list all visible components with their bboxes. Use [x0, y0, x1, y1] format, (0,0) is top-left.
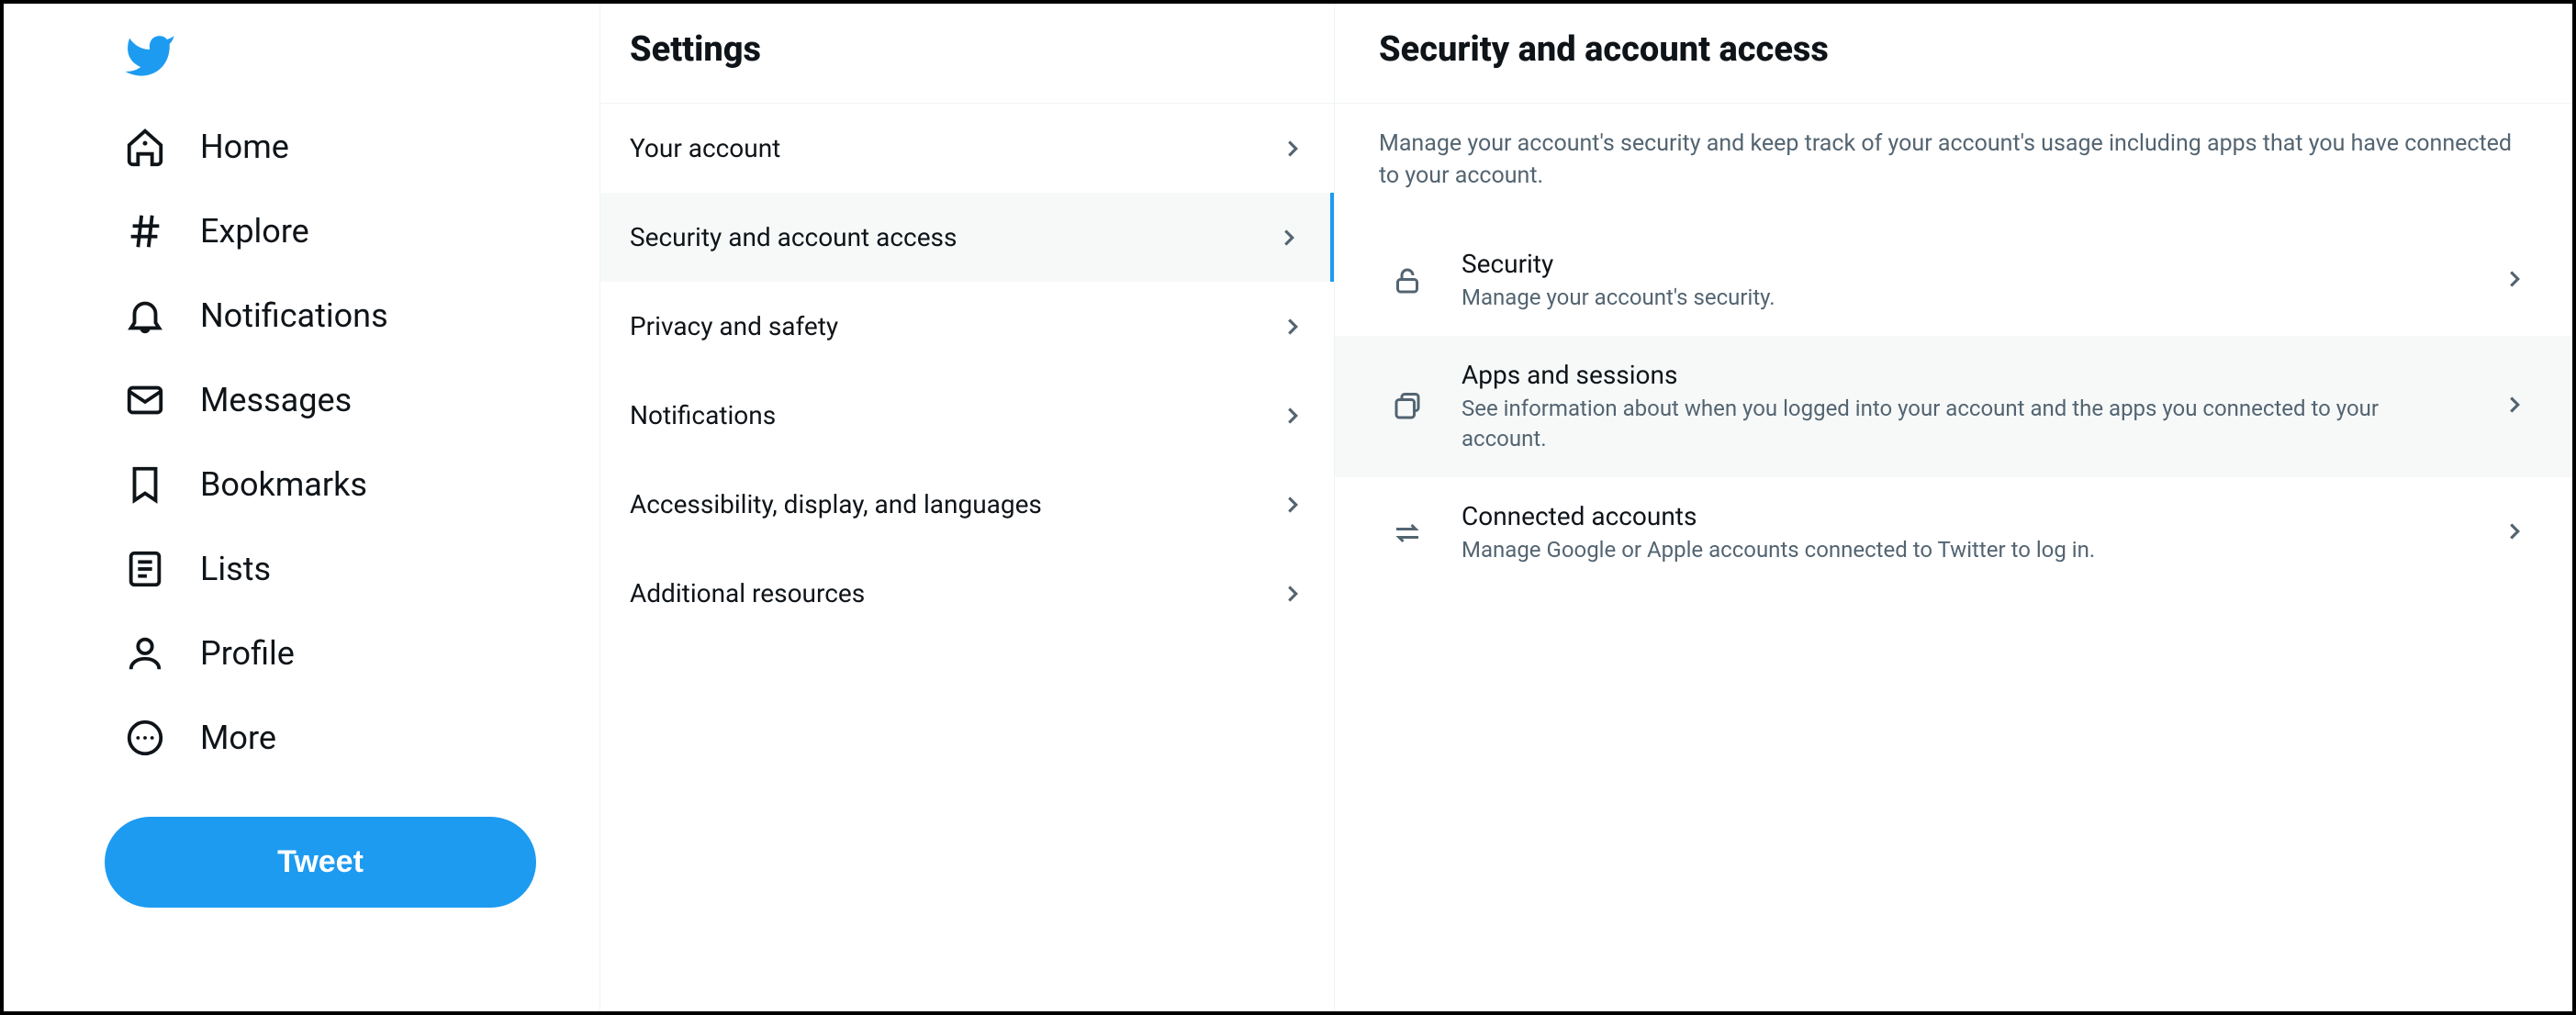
more-icon — [123, 716, 167, 760]
detail-item-title: Security — [1462, 249, 2464, 279]
explore-icon — [123, 209, 167, 253]
nav-more[interactable]: More — [105, 696, 599, 780]
nav-label: More — [200, 719, 276, 757]
chevron-right-icon — [1275, 224, 1303, 251]
nav-label: Bookmarks — [200, 465, 367, 504]
chevron-right-icon — [1279, 402, 1306, 429]
nav-notifications[interactable]: Notifications — [105, 273, 599, 358]
detail-item-sub: Manage Google or Apple accounts connecte… — [1462, 535, 2464, 564]
settings-column: Settings Your account Security and accou… — [600, 4, 1335, 1011]
chevron-right-icon — [1279, 313, 1306, 340]
detail-text: Apps and sessions See information about … — [1462, 360, 2464, 453]
profile-icon — [123, 631, 167, 675]
nav-home[interactable]: Home — [105, 105, 599, 189]
settings-item-privacy[interactable]: Privacy and safety — [600, 282, 1334, 371]
envelope-icon — [123, 378, 167, 422]
settings-item-label: Additional resources — [630, 578, 865, 608]
settings-item-accessibility[interactable]: Accessibility, display, and languages — [600, 460, 1334, 549]
primary-nav: Home Explore Notifications Messages — [4, 4, 600, 1011]
apps-icon — [1390, 389, 1425, 424]
detail-item-apps-sessions[interactable]: Apps and sessions See information about … — [1335, 336, 2572, 477]
chevron-right-icon — [2501, 518, 2528, 549]
detail-item-sub: See information about when you logged in… — [1462, 394, 2464, 453]
detail-item-sub: Manage your account's security. — [1462, 283, 2464, 312]
detail-title: Security and account access — [1335, 4, 2572, 104]
home-icon — [123, 125, 167, 169]
nav-lists[interactable]: Lists — [105, 527, 599, 611]
detail-description: Manage your account's security and keep … — [1335, 104, 2572, 225]
settings-item-additional[interactable]: Additional resources — [600, 549, 1334, 638]
chevron-right-icon — [1279, 491, 1306, 519]
detail-item-connected-accounts[interactable]: Connected accounts Manage Google or Appl… — [1335, 477, 2572, 588]
bookmark-icon — [123, 463, 167, 507]
settings-item-account[interactable]: Your account — [600, 104, 1334, 193]
twitter-logo-icon[interactable] — [105, 22, 599, 97]
chevron-right-icon — [2501, 391, 2528, 422]
detail-text: Security Manage your account's security. — [1462, 249, 2464, 312]
detail-item-title: Apps and sessions — [1462, 360, 2464, 390]
settings-item-label: Privacy and safety — [630, 311, 838, 341]
lock-icon — [1390, 263, 1425, 298]
settings-item-label: Accessibility, display, and languages — [630, 489, 1042, 519]
settings-title: Settings — [600, 4, 1334, 104]
settings-item-label: Your account — [630, 133, 780, 163]
detail-text: Connected accounts Manage Google or Appl… — [1462, 501, 2464, 564]
nav-messages[interactable]: Messages — [105, 358, 599, 442]
nav-bookmarks[interactable]: Bookmarks — [105, 442, 599, 527]
tweet-button[interactable]: Tweet — [105, 817, 536, 908]
settings-item-label: Notifications — [630, 400, 776, 430]
settings-item-notifications[interactable]: Notifications — [600, 371, 1334, 460]
bell-icon — [123, 294, 167, 338]
nav-label: Notifications — [200, 296, 388, 335]
detail-column: Security and account access Manage your … — [1335, 4, 2572, 1011]
list-icon — [123, 547, 167, 591]
nav-profile[interactable]: Profile — [105, 611, 599, 696]
nav-label: Profile — [200, 634, 295, 673]
nav-label: Messages — [200, 381, 352, 419]
chevron-right-icon — [1279, 580, 1306, 608]
chevron-right-icon — [1279, 135, 1306, 162]
chevron-right-icon — [2501, 265, 2528, 296]
swap-icon — [1390, 516, 1425, 551]
detail-item-title: Connected accounts — [1462, 501, 2464, 531]
nav-label: Home — [200, 128, 289, 166]
nav-label: Lists — [200, 550, 271, 588]
settings-item-security[interactable]: Security and account access — [600, 193, 1334, 282]
detail-item-security[interactable]: Security Manage your account's security. — [1335, 225, 2572, 336]
app: Home Explore Notifications Messages — [0, 0, 2576, 1015]
nav-label: Explore — [200, 212, 309, 251]
nav-explore[interactable]: Explore — [105, 189, 599, 273]
settings-item-label: Security and account access — [630, 222, 957, 252]
